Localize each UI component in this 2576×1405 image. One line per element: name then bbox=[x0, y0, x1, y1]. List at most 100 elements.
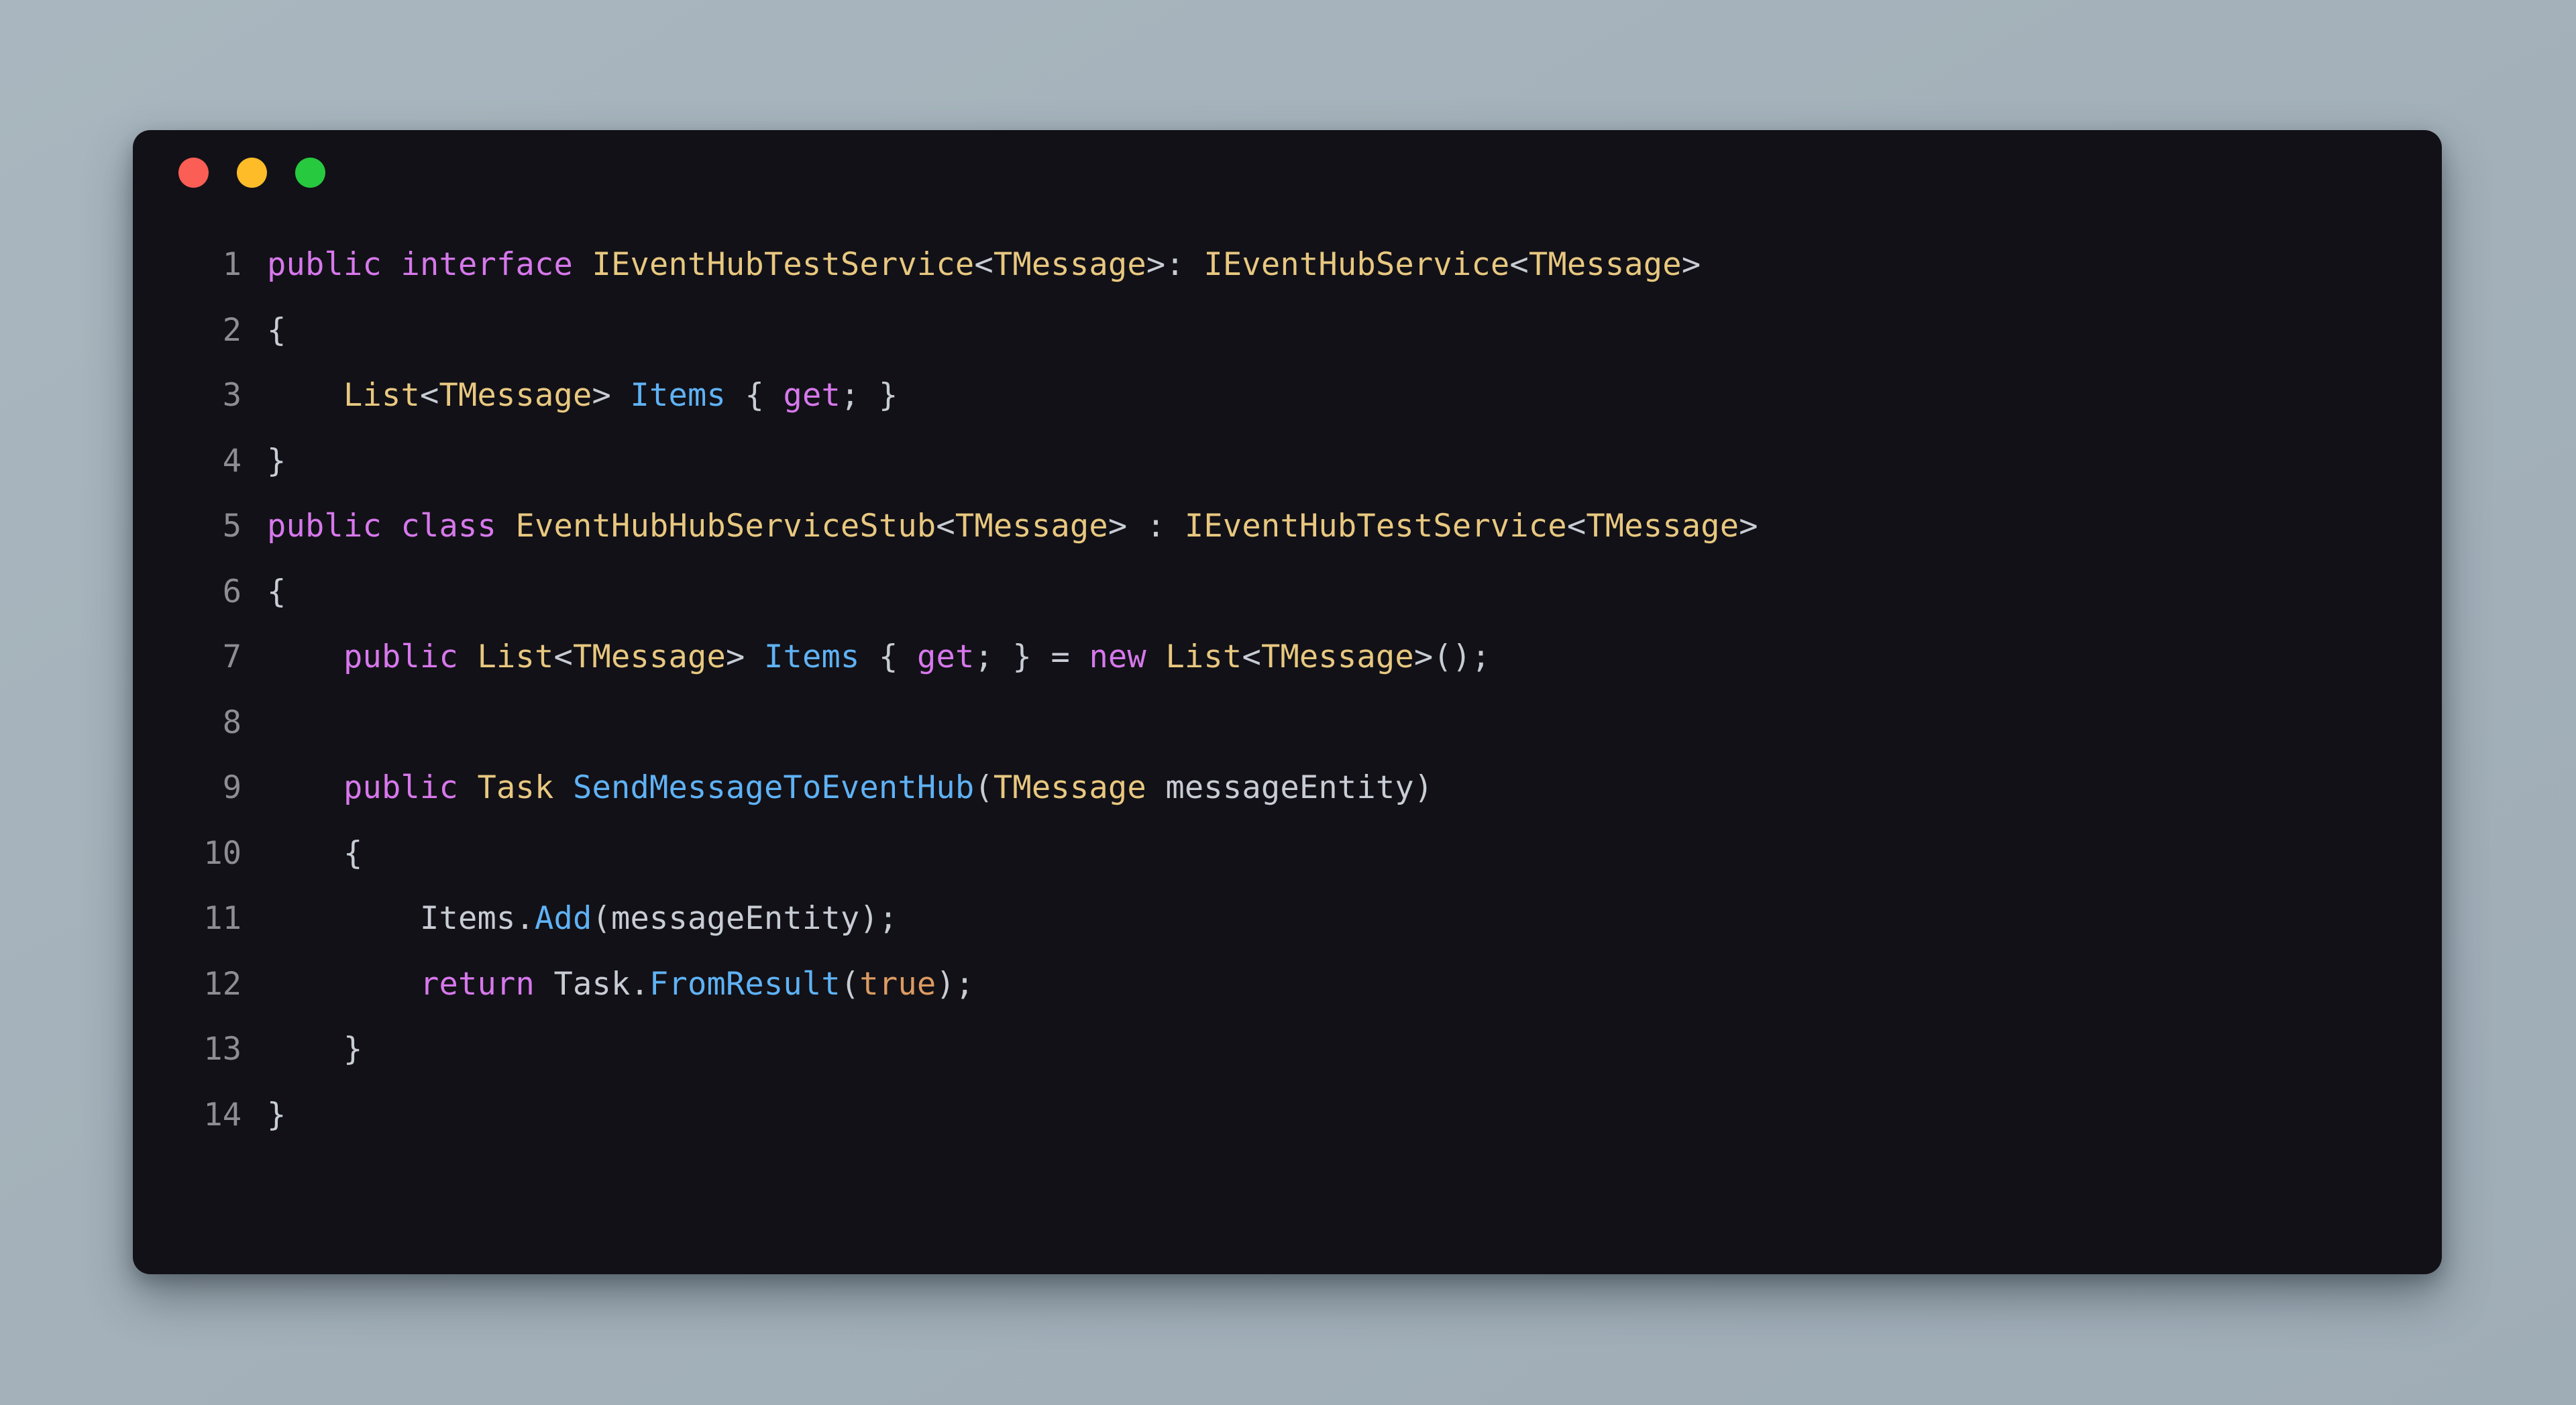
code-token: List bbox=[1165, 638, 1242, 675]
line-content: Items.Add(messageEntity); bbox=[267, 886, 2442, 952]
code-token: IEventHubTestService bbox=[592, 246, 975, 283]
code-line[interactable]: 7 public List<TMessage> Items { get; } =… bbox=[133, 624, 2442, 690]
code-editor-area[interactable]: 1 public interface IEventHubTestService<T… bbox=[133, 215, 2442, 1274]
code-line[interactable]: 5 public class EventHubHubServiceStub<TMe… bbox=[133, 494, 2442, 559]
code-token: return bbox=[419, 965, 535, 1003]
code-line[interactable]: 4} bbox=[133, 429, 2442, 494]
line-number: 8 bbox=[222, 704, 241, 741]
code-token: public bbox=[267, 508, 382, 545]
code-token: > bbox=[1681, 246, 1701, 283]
line-content: } bbox=[267, 1017, 2442, 1082]
minimize-window-button[interactable] bbox=[237, 157, 267, 188]
code-line[interactable]: 13 } bbox=[133, 1017, 2442, 1082]
line-content: { bbox=[267, 559, 2442, 625]
code-token: Items. bbox=[419, 900, 535, 937]
code-token: List bbox=[343, 377, 420, 414]
code-token: SendMessageToEventHub bbox=[572, 769, 975, 806]
code-token: new bbox=[1089, 638, 1146, 675]
line-content: { bbox=[267, 298, 2442, 363]
code-token: IEventHubService bbox=[1203, 246, 1510, 283]
code-line[interactable]: 1 public interface IEventHubTestService<T… bbox=[133, 232, 2442, 298]
code-token: TMessage bbox=[993, 769, 1146, 806]
line-number: 13 bbox=[203, 1031, 241, 1068]
line-number: 9 bbox=[222, 769, 241, 806]
code-token: < bbox=[1242, 638, 1261, 675]
code-token: < bbox=[974, 246, 994, 283]
code-token: Task. bbox=[553, 965, 649, 1003]
code-line[interactable]: 6{ bbox=[133, 559, 2442, 625]
code-token: Items bbox=[630, 377, 726, 414]
code-token: > bbox=[592, 377, 631, 414]
code-token: { bbox=[725, 377, 784, 414]
line-number: 14 bbox=[203, 1096, 241, 1133]
code-token: interface bbox=[400, 246, 573, 283]
line-content: } bbox=[267, 1082, 2442, 1148]
code-token: >: bbox=[1146, 246, 1204, 283]
code-line[interactable]: 14} bbox=[133, 1082, 2442, 1148]
line-number: 1 bbox=[222, 246, 241, 283]
code-token: ; } = bbox=[974, 638, 1089, 675]
code-token: Task bbox=[477, 769, 554, 806]
window-titlebar bbox=[133, 130, 2442, 215]
code-token: ); bbox=[936, 965, 975, 1003]
code-token: Items bbox=[763, 638, 860, 675]
code-token: TMessage bbox=[1260, 638, 1414, 675]
code-token: get bbox=[916, 638, 975, 675]
code-token: get bbox=[783, 377, 841, 414]
code-token: } bbox=[267, 1096, 286, 1133]
code-token: FromResult bbox=[649, 965, 841, 1003]
code-token: TMessage bbox=[993, 246, 1146, 283]
maximize-window-button[interactable] bbox=[295, 157, 325, 188]
code-token: > bbox=[725, 638, 764, 675]
line-number: 11 bbox=[203, 900, 241, 937]
code-token: IEventHubTestService bbox=[1184, 508, 1567, 545]
code-line[interactable]: 11 Items.Add(messageEntity); bbox=[133, 886, 2442, 952]
line-content: public interface IEventHubTestService<TM… bbox=[267, 232, 2442, 298]
code-token: < bbox=[553, 638, 573, 675]
code-token: >(); bbox=[1413, 638, 1491, 675]
code-line[interactable]: 12 return Task.FromResult(true); bbox=[133, 952, 2442, 1017]
code-line[interactable]: 9 public Task SendMessageToEventHub(TMes… bbox=[133, 755, 2442, 821]
code-token: class bbox=[400, 508, 496, 545]
code-token: TMessage bbox=[439, 377, 592, 414]
code-line[interactable]: 2{ bbox=[133, 298, 2442, 363]
code-token: Add bbox=[534, 900, 592, 937]
code-token: < bbox=[1566, 508, 1587, 545]
code-token: TMessage bbox=[572, 638, 726, 675]
code-token: { bbox=[343, 834, 363, 872]
line-content: public List<TMessage> Items { get; } = n… bbox=[267, 624, 2442, 690]
line-number: 10 bbox=[203, 834, 241, 872]
code-token: TMessage bbox=[955, 508, 1108, 545]
code-token: < bbox=[936, 508, 955, 545]
line-content: } bbox=[267, 429, 2442, 494]
code-token: > : bbox=[1108, 508, 1185, 545]
code-line[interactable]: 10 { bbox=[133, 821, 2442, 887]
code-line[interactable]: 3 List<TMessage> Items { get; } bbox=[133, 363, 2442, 429]
code-token: messageEntity) bbox=[1146, 769, 1434, 806]
code-token: < bbox=[1509, 246, 1529, 283]
line-number: 4 bbox=[222, 442, 241, 480]
code-token: EventHubHubServiceStub bbox=[515, 508, 936, 545]
line-number: 3 bbox=[222, 377, 241, 414]
close-window-button[interactable] bbox=[178, 157, 209, 188]
line-number: 12 bbox=[203, 965, 241, 1003]
code-line[interactable]: 8 bbox=[133, 690, 2442, 756]
code-token: < bbox=[420, 377, 439, 414]
code-token: List bbox=[477, 638, 554, 675]
code-token: > bbox=[1739, 508, 1758, 545]
code-token: ( bbox=[974, 769, 994, 806]
